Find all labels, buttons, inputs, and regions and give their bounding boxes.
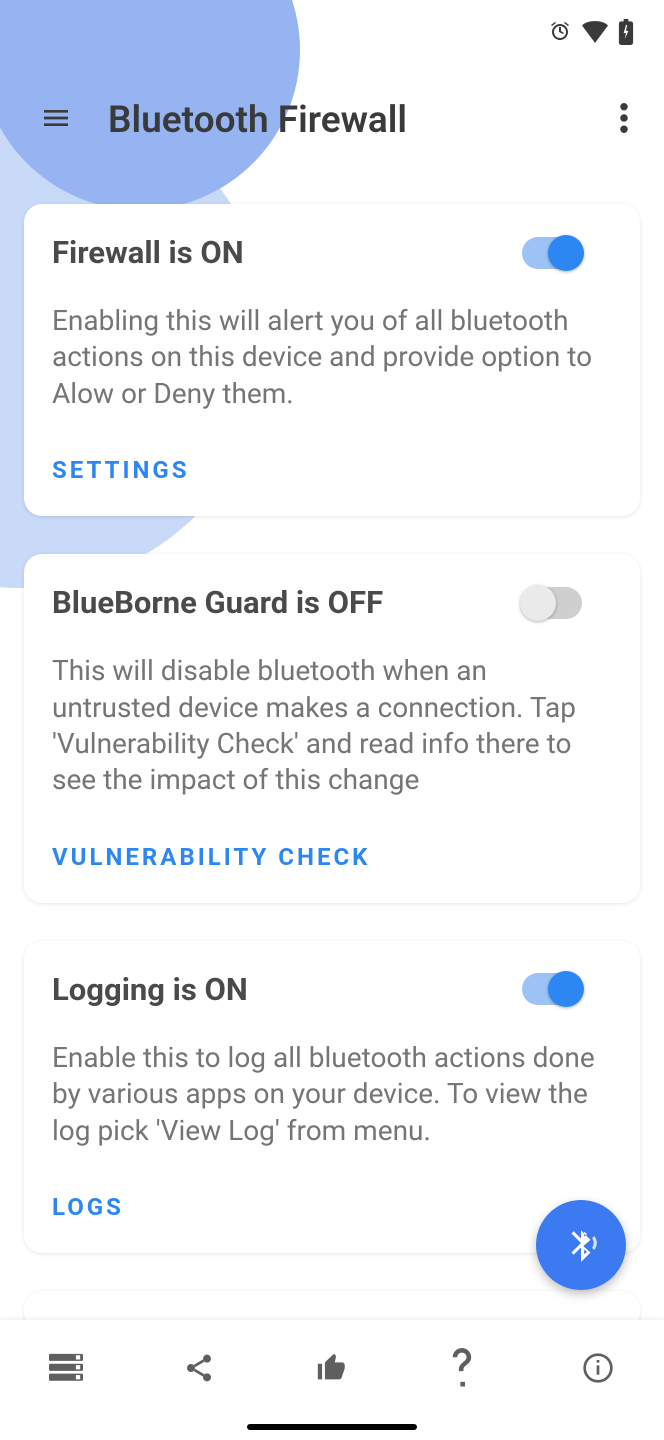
thumbs-up-icon xyxy=(315,1351,349,1389)
page-title: Bluetooth Firewall xyxy=(108,99,407,142)
screen: 10:53 Bluetooth Firewal xyxy=(0,0,664,1440)
nav-like[interactable] xyxy=(300,1338,364,1402)
switch-blueborne[interactable] xyxy=(522,587,582,619)
hamburger-icon xyxy=(40,102,72,138)
menu-button[interactable] xyxy=(24,88,88,152)
switch-logging[interactable] xyxy=(522,973,582,1005)
content: Firewall is ON Enabling this will alert … xyxy=(0,180,664,1320)
switch-thumb xyxy=(548,235,584,271)
card-logging-desc: Enable this to log all bluetooth actions… xyxy=(52,1040,612,1149)
bluetooth-scan-icon xyxy=(562,1224,600,1266)
gesture-bar xyxy=(247,1424,417,1430)
share-icon xyxy=(183,1352,215,1388)
info-icon xyxy=(582,1352,614,1388)
nav-list[interactable] xyxy=(34,1338,98,1402)
help-icon xyxy=(450,1348,480,1392)
card-blueborne-title: BlueBorne Guard is OFF xyxy=(52,584,383,621)
overflow-button[interactable] xyxy=(600,96,648,144)
more-vert-icon xyxy=(620,103,628,137)
card-firewall-desc: Enabling this will alert you of all blue… xyxy=(52,303,612,412)
vulnerability-check-button[interactable]: VULNERABILITY CHECK xyxy=(52,835,370,879)
card-logging-title: Logging is ON xyxy=(52,971,248,1008)
nav-help[interactable] xyxy=(433,1338,497,1402)
switch-thumb xyxy=(548,971,584,1007)
logs-button[interactable]: LOGS xyxy=(52,1185,124,1229)
bottom-nav xyxy=(0,1320,664,1440)
card-next-peek xyxy=(24,1291,640,1320)
list-icon xyxy=(49,1353,83,1387)
fab-bluetooth-scan[interactable] xyxy=(536,1200,626,1290)
app-bar: Bluetooth Firewall xyxy=(0,0,664,170)
nav-share[interactable] xyxy=(167,1338,231,1402)
card-blueborne-desc: This will disable bluetooth when an untr… xyxy=(52,653,612,799)
settings-button[interactable]: SETTINGS xyxy=(52,448,190,492)
switch-firewall[interactable] xyxy=(522,237,582,269)
card-firewall: Firewall is ON Enabling this will alert … xyxy=(24,204,640,516)
card-logging: Logging is ON Enable this to log all blu… xyxy=(24,941,640,1253)
card-firewall-title: Firewall is ON xyxy=(52,234,244,271)
card-blueborne: BlueBorne Guard is OFF This will disable… xyxy=(24,554,640,903)
nav-info[interactable] xyxy=(566,1338,630,1402)
switch-thumb xyxy=(520,585,556,621)
